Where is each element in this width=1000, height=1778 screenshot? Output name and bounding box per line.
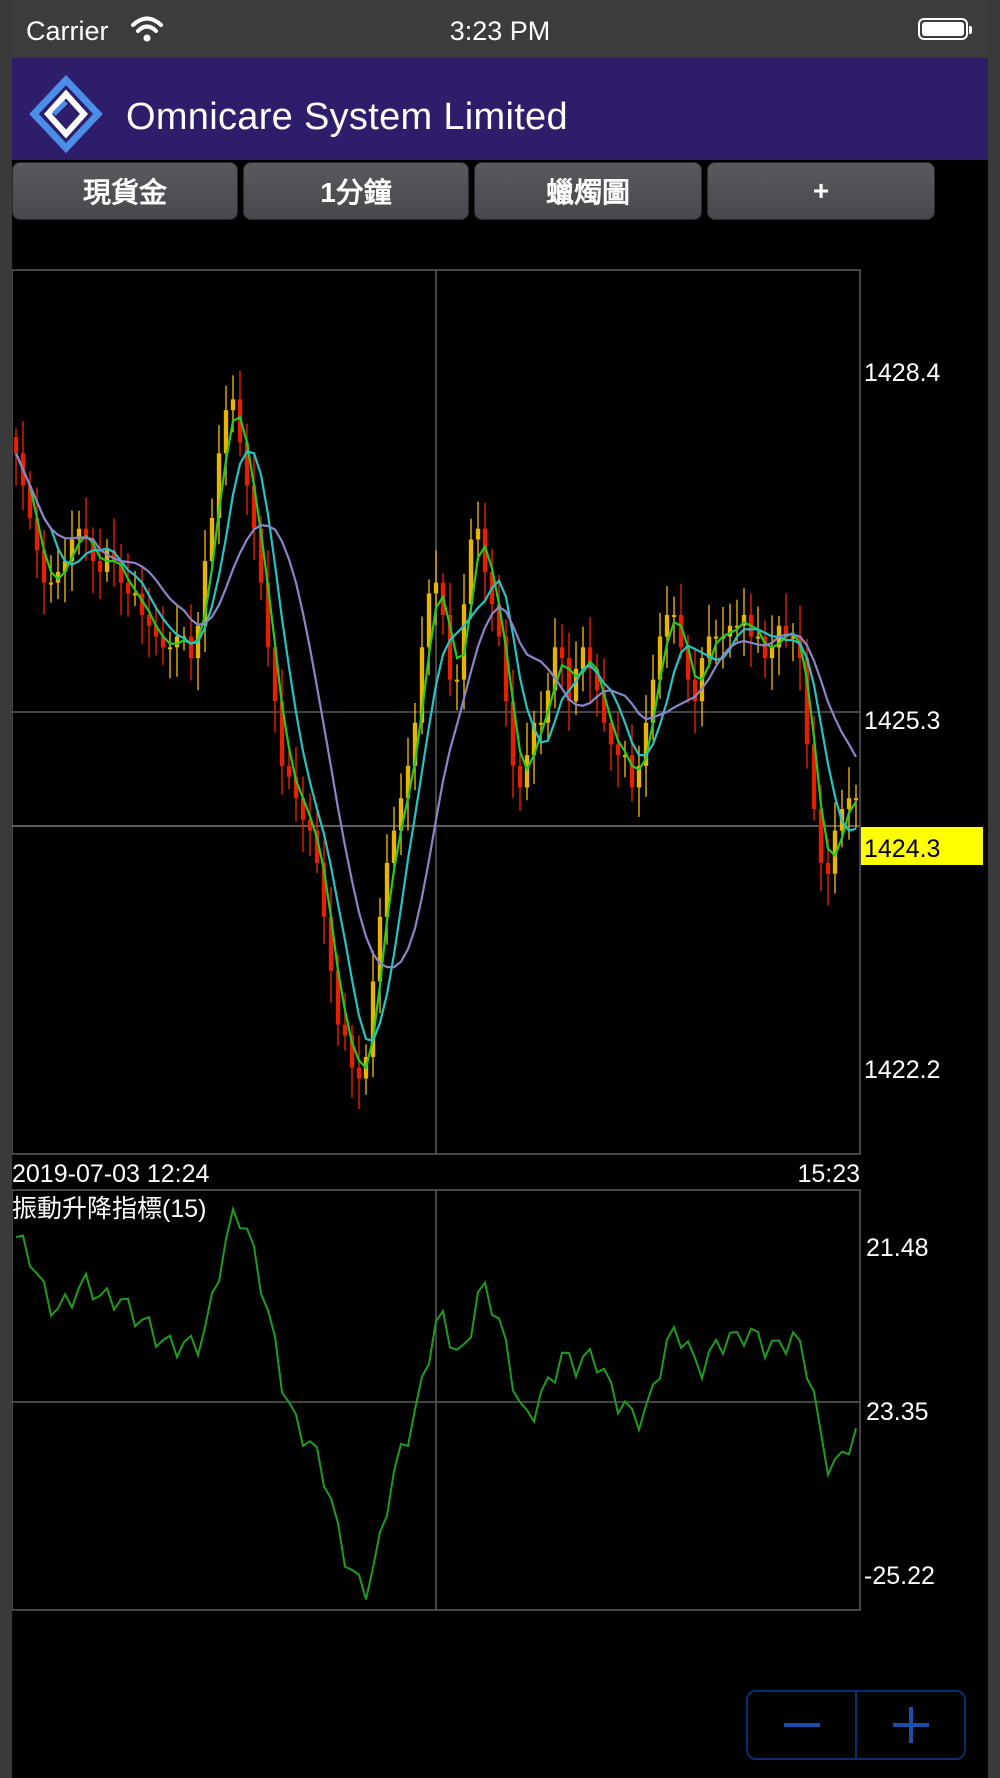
candle-body (769, 647, 775, 659)
candle-body (566, 658, 572, 702)
indicator-title: 振動升降指標(15) (12, 1195, 206, 1223)
candle-body (13, 437, 19, 454)
candle-body (230, 399, 236, 411)
indicator-tick-label: 21.48 (866, 1234, 929, 1262)
candle-body (755, 636, 761, 639)
candle-body (664, 614, 670, 637)
candle-body (538, 722, 544, 725)
candle-body (286, 765, 292, 777)
time-axis-end: 15:23 (797, 1160, 860, 1188)
indicator-tick-label: -25.22 (864, 1562, 935, 1590)
candle-body (97, 561, 103, 572)
price-tick-label: 1422.2 (864, 1056, 940, 1084)
candle-body (580, 647, 586, 669)
candle-body (615, 744, 621, 756)
candle-body (629, 755, 635, 788)
candle-body (167, 647, 173, 650)
candle-body (853, 798, 859, 801)
candle-body (713, 636, 719, 639)
zoom-controls (746, 1690, 966, 1760)
zoom-in-button[interactable] (855, 1692, 964, 1758)
app-screen: Carrier 3:23 PM Omnicare System Limited … (12, 0, 988, 1778)
price-tick-label: 1428.4 (864, 359, 941, 387)
minus-icon (783, 1723, 820, 1727)
candle-body (433, 582, 439, 594)
price-tick-label: 1425.3 (864, 707, 940, 735)
candle-body (454, 679, 460, 682)
zoom-out-button[interactable] (748, 1692, 855, 1758)
candle-body (475, 528, 481, 540)
price-chart[interactable]: 1428.4 1425.3 1422.2 1424.3 2019-07-03 1… (12, 0, 988, 1778)
candle-body (342, 1024, 348, 1036)
time-axis-start: 2019-07-03 12:24 (12, 1160, 209, 1188)
candle-body (671, 614, 677, 617)
candle-body (125, 582, 131, 594)
candle-body (825, 862, 831, 874)
candle-body (846, 798, 852, 810)
candle-body (517, 765, 523, 788)
candle-body (559, 647, 565, 659)
candle-body (48, 582, 54, 585)
plus-icon (892, 1707, 929, 1743)
last-price-label: 1424.3 (864, 835, 940, 863)
candle-body (356, 1067, 362, 1079)
chart-grid (12, 269, 861, 1611)
candle-body (188, 636, 194, 659)
indicator-tick-label: 23.35 (866, 1398, 929, 1426)
